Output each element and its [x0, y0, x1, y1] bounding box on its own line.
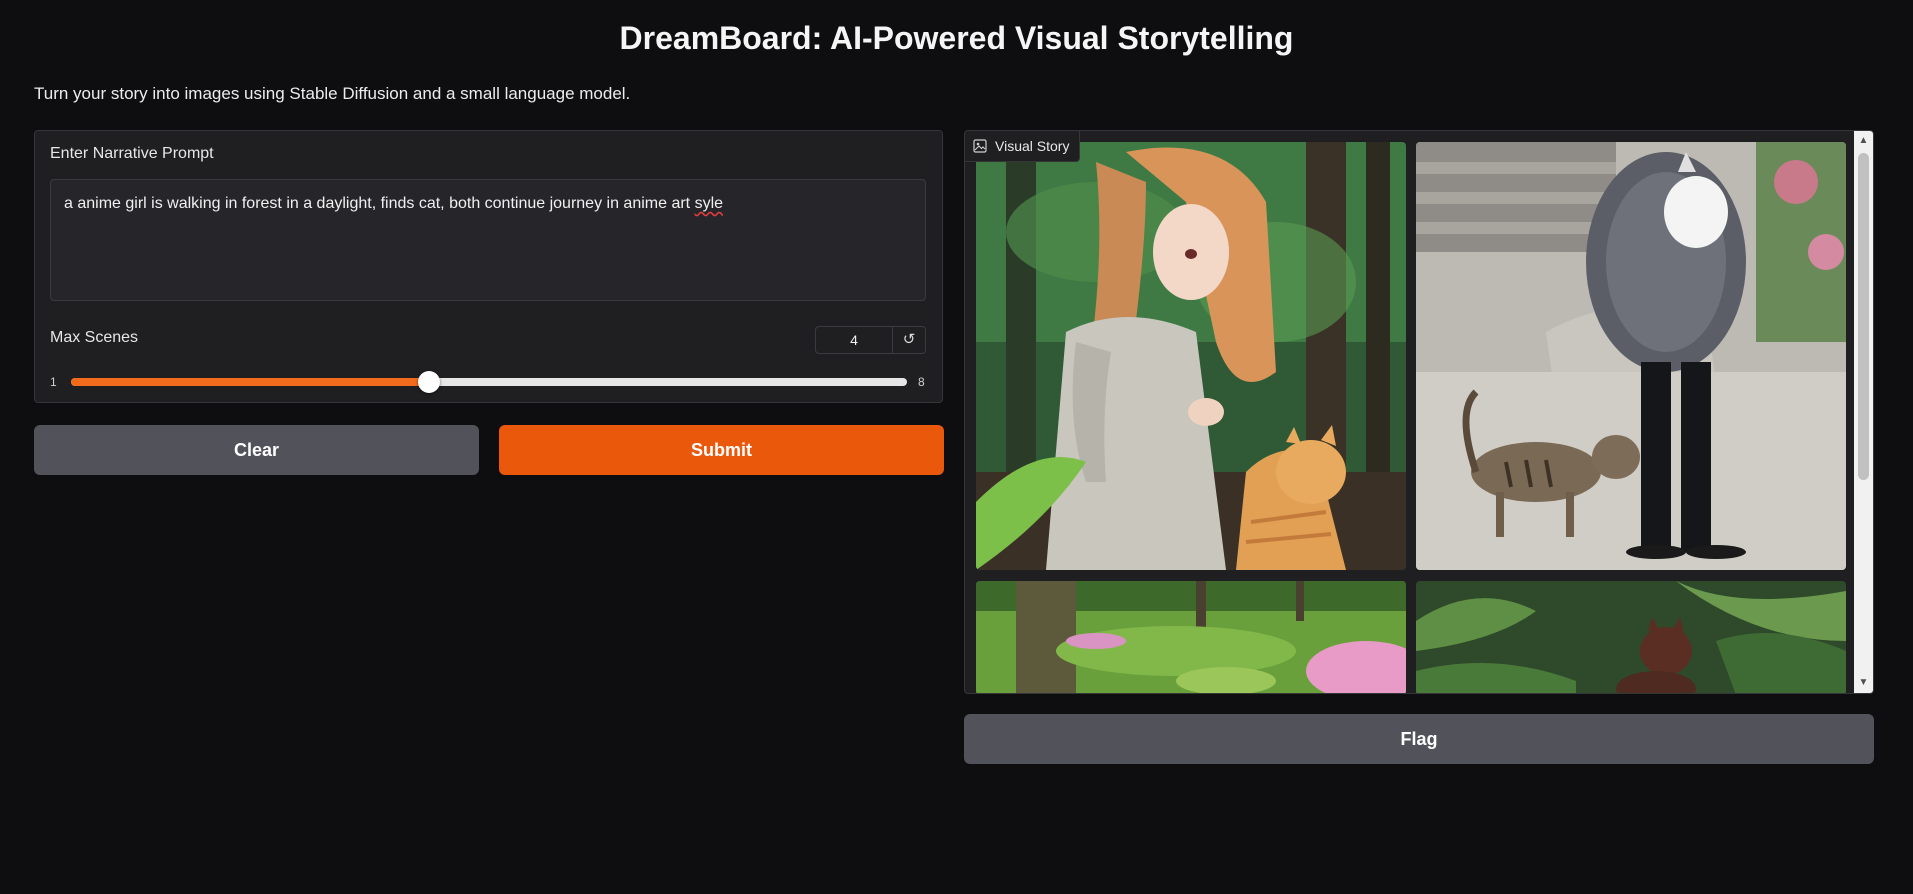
clear-button[interactable]: Clear — [34, 425, 479, 475]
page: DreamBoard: AI-Powered Visual Storytelli… — [0, 0, 1913, 894]
narrative-prompt-textarea[interactable]: a anime girl is walking in forest in a d… — [50, 179, 926, 301]
image-icon — [973, 139, 987, 153]
gallery-image-1[interactable] — [976, 142, 1406, 570]
flag-button[interactable]: Flag — [964, 714, 1874, 764]
scroll-up-arrow-icon[interactable]: ▲ — [1854, 133, 1873, 149]
prompt-text: a anime girl is walking in forest in a d… — [64, 195, 695, 212]
slider-max-label: 8 — [918, 375, 925, 389]
gallery-label-text: Visual Story — [995, 138, 1070, 154]
misspelled-word: syle — [694, 195, 724, 212]
submit-button[interactable]: Submit — [499, 425, 944, 475]
max-scenes-number-input[interactable]: 4 — [815, 326, 893, 354]
input-panel: Enter Narrative Prompt a anime girl is w… — [34, 130, 943, 403]
gallery-image-3[interactable] — [976, 581, 1406, 693]
gallery-image-2[interactable] — [1416, 142, 1846, 570]
gallery-image-4[interactable] — [1416, 581, 1846, 693]
visual-story-gallery: Visual Story ▲ ▼ — [964, 130, 1874, 694]
reset-icon[interactable]: ↺ — [892, 326, 926, 354]
page-title: DreamBoard: AI-Powered Visual Storytelli… — [619, 20, 1294, 56]
slider-min-label: 1 — [50, 375, 57, 389]
gallery-label: Visual Story — [965, 131, 1081, 162]
max-scenes-slider[interactable] — [71, 371, 907, 393]
gallery-scrollbar[interactable]: ▲ ▼ — [1854, 131, 1873, 693]
prompt-label: Enter Narrative Prompt — [50, 145, 214, 162]
slider-fill — [71, 378, 430, 386]
slider-thumb[interactable] — [418, 371, 441, 393]
scrollbar-thumb[interactable] — [1858, 153, 1869, 480]
max-scenes-label: Max Scenes — [50, 329, 139, 346]
page-description: Turn your story into images using Stable… — [34, 84, 631, 103]
scroll-down-arrow-icon[interactable]: ▼ — [1854, 675, 1873, 691]
